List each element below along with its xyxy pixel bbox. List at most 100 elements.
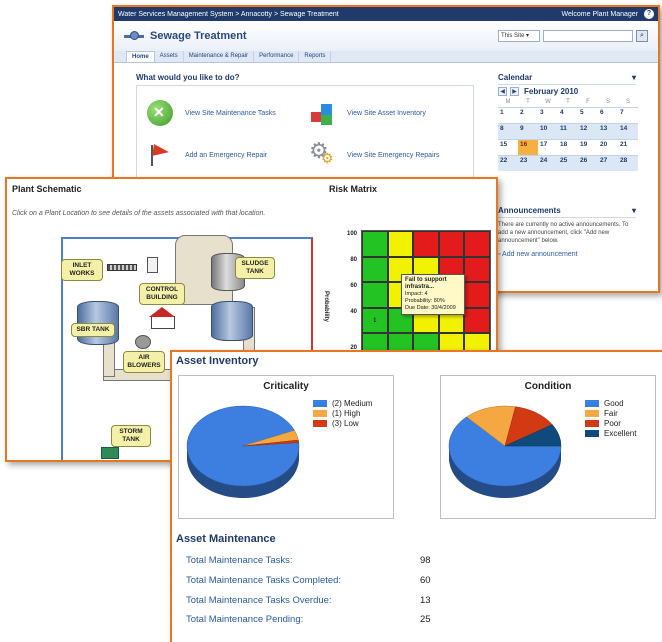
- maintenance-row[interactable]: Total Maintenance Tasks Overdue: 13: [186, 595, 486, 606]
- risk-cell[interactable]: [362, 282, 388, 308]
- task-label[interactable]: View Site Maintenance Tasks: [185, 110, 276, 117]
- risk-cell[interactable]: [387, 231, 414, 257]
- legend-label: Excellent: [604, 428, 637, 438]
- task-view-maintenance[interactable]: View Site Maintenance Tasks: [147, 100, 276, 126]
- tooltip-due-date: Due Date: 30/4/2009: [405, 305, 456, 311]
- air-blower-icon[interactable]: [135, 335, 151, 349]
- inlet-works-label[interactable]: INLET WORKS: [61, 259, 103, 281]
- calendar-day[interactable]: 22: [498, 155, 518, 171]
- calendar-day[interactable]: 17: [538, 139, 558, 155]
- legend-item: (3) Low: [313, 418, 372, 428]
- calendar-day[interactable]: 28: [618, 155, 638, 171]
- calendar-day[interactable]: 24: [538, 155, 558, 171]
- air-blowers-label[interactable]: AIR BLOWERS: [123, 351, 165, 373]
- control-building-icon[interactable]: [149, 307, 175, 329]
- condition-legend: Good Fair Poor Excellent: [585, 398, 636, 438]
- search-scope-value: This Site: [501, 33, 525, 39]
- storm-tank-icon[interactable]: [101, 447, 119, 459]
- legend-item: Poor: [585, 418, 636, 428]
- calendar-day[interactable]: 20: [598, 139, 618, 155]
- calendar-day-today[interactable]: 16: [518, 139, 538, 155]
- criticality-legend: (2) Medium (1) High (3) Low: [313, 398, 372, 428]
- condition-chart-title: Condition: [524, 381, 572, 392]
- calendar-month: February 2010: [524, 87, 579, 96]
- control-building-label[interactable]: CONTROL BUILDING: [139, 283, 185, 305]
- risk-cell[interactable]: [362, 256, 388, 283]
- calendar-day[interactable]: 25: [558, 155, 578, 171]
- weekday: T: [566, 99, 570, 105]
- calendar-day[interactable]: 7: [618, 107, 638, 123]
- search-input[interactable]: [543, 30, 633, 42]
- help-icon[interactable]: ?: [644, 9, 654, 19]
- task-view-asset-inventory[interactable]: View Site Asset Inventory: [309, 100, 426, 126]
- calendar-day[interactable]: 27: [598, 155, 618, 171]
- maintenance-label[interactable]: Total Maintenance Tasks:: [186, 555, 293, 566]
- calendar-day[interactable]: 14: [618, 123, 638, 139]
- add-announcement-label[interactable]: Add new announcement: [502, 251, 578, 258]
- tab-reports[interactable]: Reports: [299, 51, 332, 62]
- task-add-emergency-repair[interactable]: Add an Emergency Repair: [147, 142, 267, 168]
- breadcrumb[interactable]: Water Services Management System > Annac…: [118, 11, 561, 18]
- maintenance-label[interactable]: Total Maintenance Tasks Overdue:: [186, 595, 332, 606]
- calendar-day[interactable]: 9: [518, 123, 538, 139]
- risk-cell[interactable]: [464, 231, 490, 257]
- task-label[interactable]: View Site Asset Inventory: [347, 110, 426, 117]
- tab-maintenance-repair[interactable]: Maintenance & Repair: [184, 51, 255, 62]
- announcements-menu-icon[interactable]: ▾: [632, 206, 636, 215]
- calendar-day[interactable]: 10: [538, 123, 558, 139]
- task-label[interactable]: Add an Emergency Repair: [185, 152, 267, 159]
- calendar-day[interactable]: 12: [578, 123, 598, 139]
- calendar-day[interactable]: 23: [518, 155, 538, 171]
- risk-cell[interactable]: 1: [362, 307, 388, 334]
- calendar-day[interactable]: 1: [498, 107, 518, 123]
- calendar-day[interactable]: 5: [578, 107, 598, 123]
- legend-label: (2) Medium: [332, 398, 373, 408]
- calendar-day[interactable]: 6: [598, 107, 618, 123]
- calendar-day[interactable]: 4: [558, 107, 578, 123]
- calendar-day[interactable]: 26: [578, 155, 598, 171]
- risk-cell[interactable]: [362, 231, 388, 257]
- calendar-day[interactable]: 18: [558, 139, 578, 155]
- calendar-day[interactable]: 11: [558, 123, 578, 139]
- calendar-day[interactable]: 13: [598, 123, 618, 139]
- tab-assets[interactable]: Assets: [155, 51, 184, 62]
- plant-schematic-title: Plant Schematic: [12, 184, 82, 194]
- search-icon[interactable]: ⌕: [636, 30, 648, 42]
- sbr-tank-2-icon[interactable]: [211, 301, 253, 341]
- legend-swatch: [313, 409, 327, 417]
- prev-month-icon[interactable]: ◀: [498, 87, 507, 96]
- site-title[interactable]: Sewage Treatment: [150, 30, 498, 42]
- maintenance-value: 25: [420, 614, 431, 625]
- calendar-day[interactable]: 2: [518, 107, 538, 123]
- calendar-day[interactable]: 15: [498, 139, 518, 155]
- calendar-title: Calendar: [498, 73, 533, 82]
- sludge-tank-label[interactable]: SLUDGE TANK: [235, 257, 275, 279]
- maintenance-label[interactable]: Total Maintenance Pending:: [186, 614, 303, 625]
- legend-swatch: [585, 429, 599, 437]
- maintenance-row[interactable]: Total Maintenance Tasks: 98: [186, 555, 486, 566]
- risk-cell[interactable]: [464, 307, 490, 334]
- calendar-day[interactable]: 19: [578, 139, 598, 155]
- maintenance-label[interactable]: Total Maintenance Tasks Completed:: [186, 575, 341, 586]
- task-view-emergency-repairs[interactable]: View Site Emergency Repairs: [309, 138, 439, 168]
- risk-cell[interactable]: [413, 231, 439, 257]
- legend-swatch: [313, 399, 327, 407]
- risk-cell[interactable]: [438, 231, 465, 257]
- search-scope-select[interactable]: This Site ▾: [498, 30, 540, 42]
- risk-cell[interactable]: [464, 256, 490, 283]
- storm-tank-label[interactable]: STORM TANK: [111, 425, 151, 447]
- risk-cell[interactable]: [464, 282, 490, 308]
- sbr-tank-label[interactable]: SBR TANK: [71, 323, 115, 337]
- calendar-day[interactable]: 21: [618, 139, 638, 155]
- task-label[interactable]: View Site Emergency Repairs: [347, 152, 439, 159]
- tab-home[interactable]: Home: [126, 51, 155, 62]
- maintenance-row[interactable]: Total Maintenance Pending: 25: [186, 614, 486, 625]
- calendar-menu-icon[interactable]: ▾: [632, 73, 636, 82]
- calendar-day[interactable]: 8: [498, 123, 518, 139]
- tab-performance[interactable]: Performance: [254, 51, 300, 62]
- next-month-icon[interactable]: ▶: [510, 87, 519, 96]
- calendar-day[interactable]: 3: [538, 107, 558, 123]
- welcome-menu[interactable]: Welcome Plant Manager: [561, 11, 638, 18]
- maintenance-row[interactable]: Total Maintenance Tasks Completed: 60: [186, 575, 486, 586]
- add-announcement-link[interactable]: ▫ Add new announcement: [498, 251, 578, 258]
